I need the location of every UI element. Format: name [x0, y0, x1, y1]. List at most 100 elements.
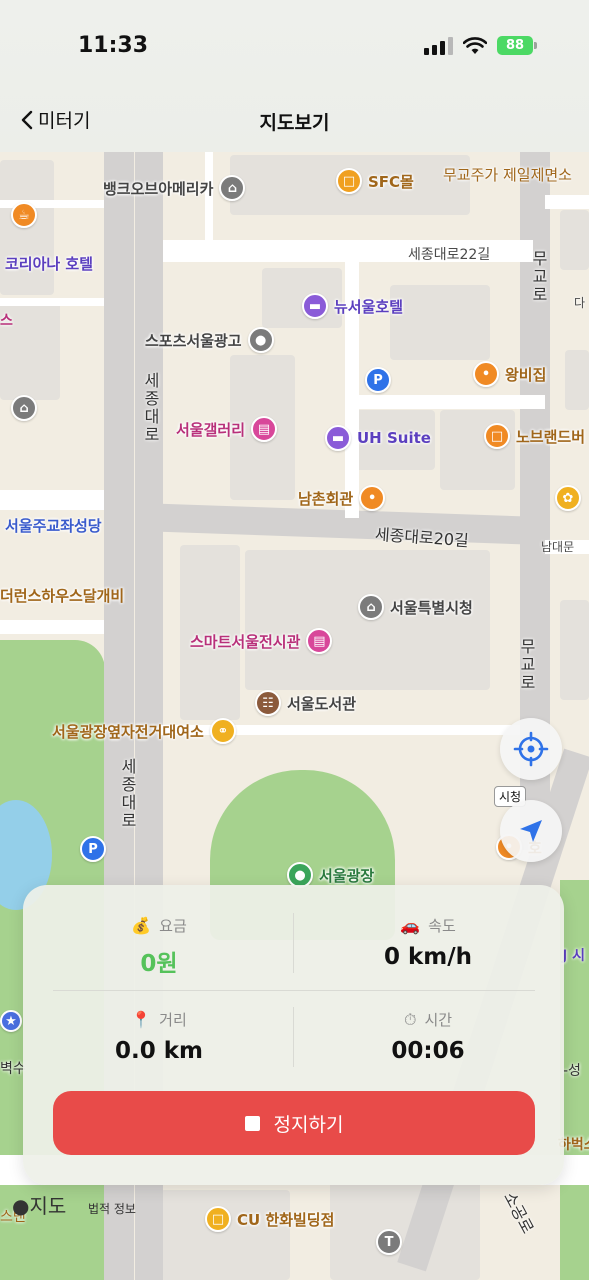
poi-talgaebi[interactable]: 더런스하우스달개비 [0, 585, 124, 606]
fare-label: 요금 [159, 917, 187, 935]
time-stat: ⏱ 시간 00:06 [308, 1009, 548, 1065]
street-label: 세종대로 [118, 758, 137, 830]
poi-label: 서울광장 [319, 866, 375, 885]
location-arrow-icon [520, 820, 542, 842]
distance-label: 거리 [159, 1011, 187, 1029]
poi-label: 뉴서울호텔 [334, 297, 404, 316]
poi-label: 서울주교좌성당 [5, 517, 102, 535]
meter-panel: 💰 요금 0원 🚗 속도 0 km/h 📍 거리 0.0 km ⏱ 시간 00:… [23, 885, 564, 1185]
poi-label: 더런스하우스달개비 [0, 587, 125, 605]
distance-value: 0.0 km [114, 1038, 203, 1064]
hotel-icon: ▬ [325, 425, 351, 451]
stopwatch-icon: ⏱ [403, 1009, 417, 1029]
poi-label: SFC몰 [368, 172, 414, 191]
stop-button[interactable]: 정지하기 [53, 1091, 535, 1155]
speed-stat: 🚗 속도 0 km/h [308, 915, 548, 970]
time-value: 00:06 [391, 1038, 465, 1064]
poi-label: 남촌회관 [298, 489, 354, 508]
street-label: 무교로 [529, 250, 548, 304]
poi-city-hall[interactable]: ⌂ 서울특별시청 [358, 594, 473, 620]
poi-label: CU 한화빌딩점 [237, 1210, 335, 1229]
top-bar: 11:33 88 미터기 지도보기 [0, 0, 589, 152]
poi-sports-seoul[interactable]: 스포츠서울광고 ● [145, 327, 274, 353]
poi-mugyo-noodle[interactable]: 무교주가 제일제면소 [443, 164, 572, 185]
poi-smart-seoul[interactable]: 스마트서울전시관 ▤ [190, 628, 333, 654]
distance-stat: 📍 거리 0.0 km [39, 1009, 279, 1064]
government-icon: ⌂ [11, 395, 37, 421]
street-label: 다 [574, 296, 586, 310]
poi-label: 뱅크오브아메리카 [103, 179, 214, 198]
poi-lotus[interactable]: ✿ [555, 485, 581, 511]
poi-label: 서울도서관 [287, 694, 357, 713]
pin-icon: 📍 [131, 1010, 152, 1029]
poi-cu[interactable]: □ CU 한화빌딩점 [205, 1206, 334, 1232]
edge-label: 벽수 [0, 1061, 26, 1077]
cafe-icon: ☕ [11, 202, 37, 228]
gallery-icon: ▤ [251, 416, 278, 442]
speed-label: 속도 [428, 917, 456, 935]
poi-parking-2[interactable]: P [80, 836, 106, 862]
battery-level: 88 [497, 36, 533, 55]
stop-icon [244, 1115, 260, 1131]
library-icon: ☷ [255, 690, 281, 716]
crosshair-icon [513, 731, 549, 767]
fare-stat: 💰 요금 0원 [39, 915, 279, 978]
shopping-icon: □ [336, 168, 362, 194]
street-label: 남대문 [541, 540, 575, 554]
tracking-button[interactable] [500, 800, 562, 862]
poi-government[interactable]: ⌂ [11, 395, 37, 421]
stop-label: 정지하기 [273, 1113, 344, 1136]
edge-label: 스 [0, 313, 13, 329]
street-label: 무교로 [517, 638, 536, 692]
poi-building[interactable]: T [376, 1229, 402, 1255]
cellular-signal-icon [424, 36, 453, 55]
poi-sfc-mall[interactable]: □ SFC몰 [336, 168, 414, 194]
street-label: 소공로 [500, 1188, 538, 1237]
hotel-icon: ▬ [302, 293, 328, 319]
locate-button[interactable] [500, 718, 562, 780]
parking-icon: P [80, 836, 106, 862]
poi-namchon[interactable]: 남촌회관 • [298, 485, 386, 511]
divider [293, 1007, 294, 1067]
legal-link[interactable]: 법적 정보 [88, 1200, 136, 1217]
poi-parking[interactable]: P [365, 367, 391, 393]
divider [293, 913, 294, 973]
status-icons: 88 [424, 36, 537, 55]
poi-bike-rental[interactable]: 서울광장옆자전거대여소 ⚭ [52, 718, 236, 744]
wifi-icon [463, 36, 487, 54]
poi-label: 서울갤러리 [176, 420, 246, 439]
street-label: 세종대로22길 [408, 247, 491, 263]
poi-wangbi[interactable]: • 왕비집 [473, 361, 546, 387]
poi-cathedral[interactable]: 서울주교좌성당 [5, 515, 102, 536]
star-icon: ★ [0, 1010, 22, 1032]
temple-icon: ✿ [555, 485, 581, 511]
poi-bank-of-america[interactable]: 뱅크오브아메리카 ⌂ [103, 175, 246, 201]
government-icon: ⌂ [358, 594, 384, 620]
fare-value: 0원 [140, 951, 178, 977]
street-label: 세종대로 [141, 372, 160, 444]
poi-label: 서울광장옆자전거대여소 [52, 722, 204, 741]
poi-label: 노브랜드버 [516, 427, 586, 446]
poi-seoul-gallery[interactable]: 서울갤러리 ▤ [176, 416, 278, 442]
parking-icon: P [365, 367, 391, 393]
poi-label: 스포츠서울광고 [145, 331, 242, 350]
poi-koreana-hotel[interactable]: 코리아나 호텔 [5, 253, 93, 274]
poi-new-seoul-hotel[interactable]: ▬ 뉴서울호텔 [302, 293, 403, 319]
building-icon: ● [247, 327, 274, 353]
poi-edge-star[interactable]: ★ [0, 1010, 22, 1032]
poi-label: 스마트서울전시관 [190, 632, 301, 651]
speed-value: 0 km/h [383, 944, 473, 970]
shopping-icon: □ [484, 423, 510, 449]
poi-uh-suite[interactable]: ▬ UH Suite [325, 425, 431, 451]
poi-seoul-library[interactable]: ☷ 서울도서관 [255, 690, 356, 716]
car-icon: 🚗 [400, 916, 421, 935]
poi-no-brand[interactable]: □ 노브랜드버 [484, 423, 585, 449]
poi-label: 왕비집 [505, 365, 547, 384]
page-title: 지도보기 [259, 112, 330, 134]
poi-label: 서울특별시청 [390, 598, 473, 617]
edge-label: J 시 [562, 948, 585, 964]
status-time: 11:33 [78, 33, 149, 58]
bank-icon: ⌂ [219, 175, 246, 201]
poi-cafe[interactable]: ☕ [11, 202, 37, 228]
apple-icon: ● [12, 1194, 30, 1218]
